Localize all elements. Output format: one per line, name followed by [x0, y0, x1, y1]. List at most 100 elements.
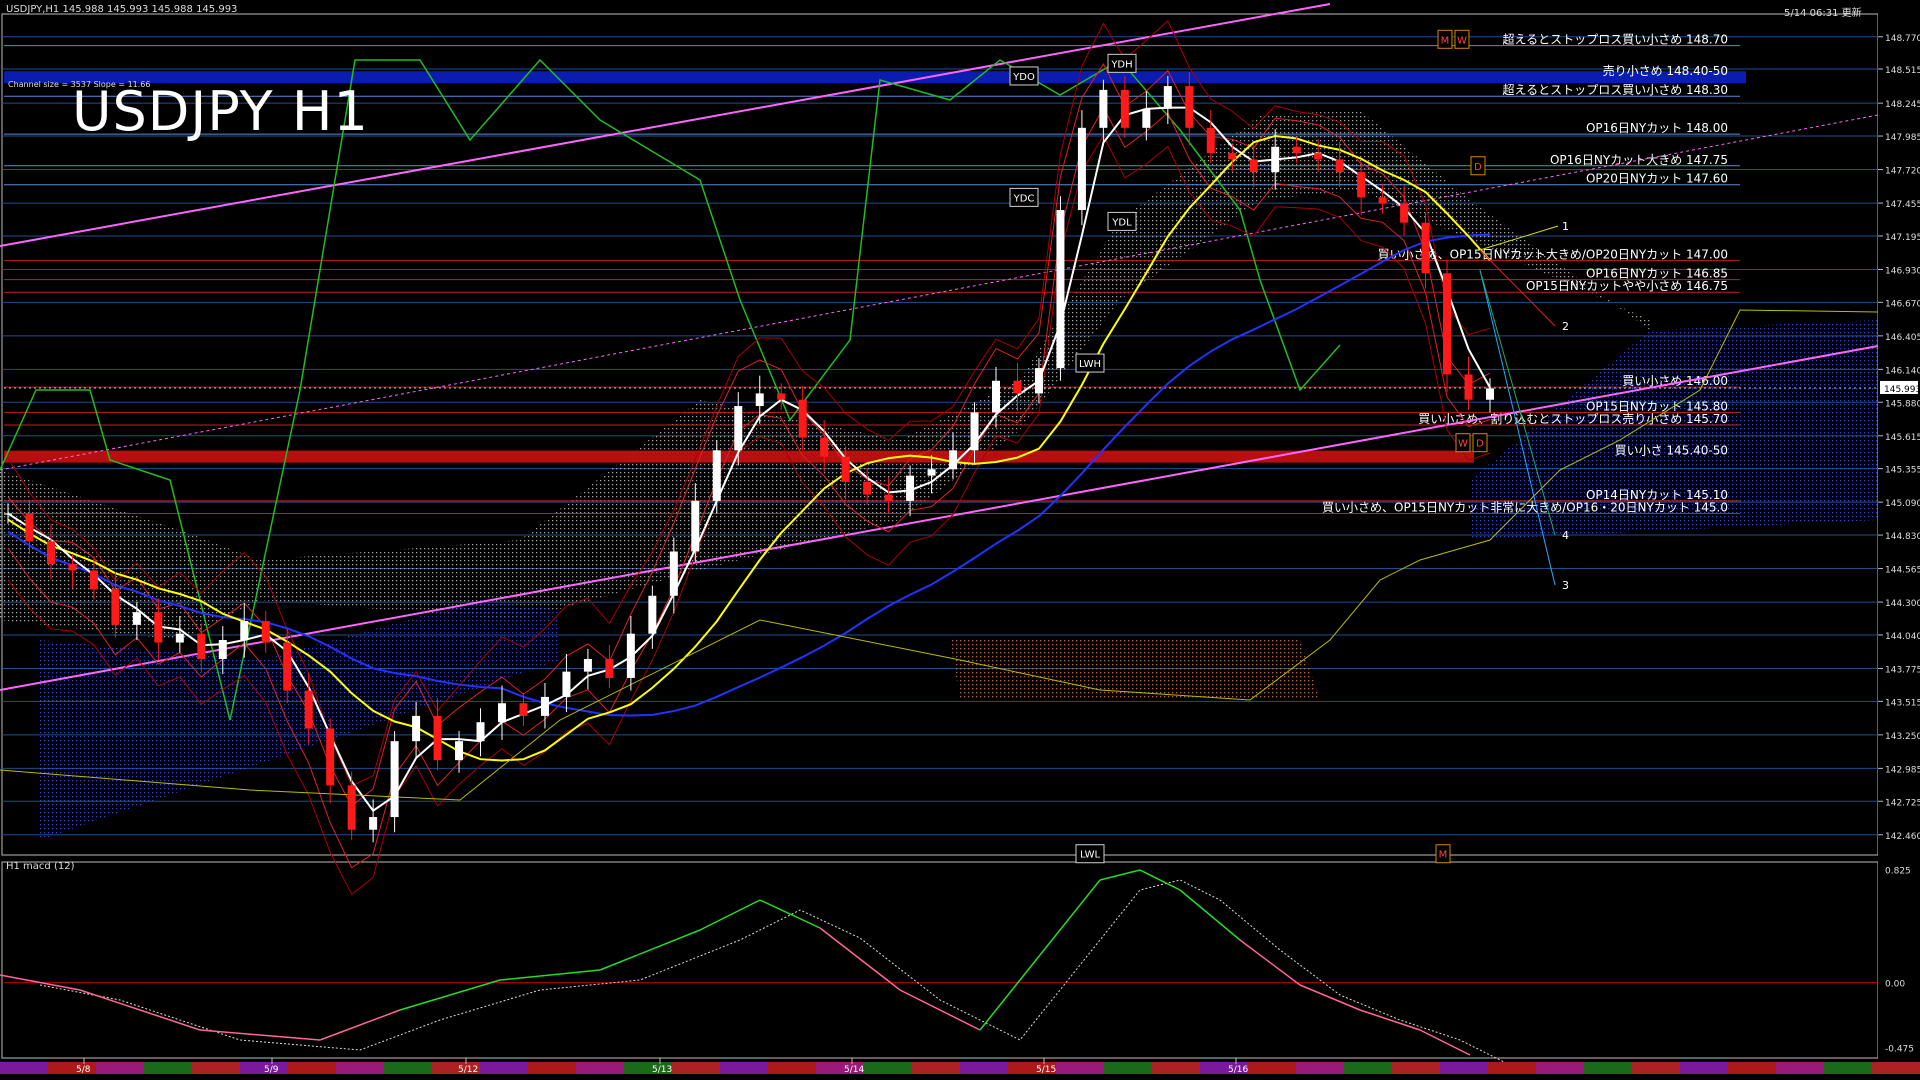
candle-body [4, 513, 12, 515]
x-tick-label: 5/13 [652, 1065, 672, 1075]
candle-body [240, 621, 249, 641]
session-strip [144, 1062, 192, 1074]
projection-label: 3 [1562, 579, 1569, 592]
candle-body [1378, 197, 1387, 204]
candle-body [906, 475, 915, 501]
price-axis: 148.770 148.515 148.245 147.985 147.720 147.4… [1878, 0, 1920, 1080]
chart-title: USDJPY H1 [72, 80, 369, 143]
projection-label: 4 [1562, 529, 1569, 542]
candle-body [1120, 89, 1129, 128]
y-tick-label: 145.880 [1885, 399, 1920, 409]
x-tick-label: 5/12 [458, 1065, 478, 1075]
candle-body [755, 393, 764, 407]
session-strip [1344, 1062, 1392, 1074]
y-tick-label: 147.720 [1885, 167, 1920, 177]
level-label: 買い小さめ、OP15日NYカット大きめ/OP20日NYカット 147.00 [1378, 248, 1728, 262]
session-strip [1680, 1062, 1728, 1074]
session-strip [768, 1062, 816, 1074]
marker-text: YDC [1013, 193, 1035, 204]
session-strip [576, 1062, 624, 1074]
candle-body [1034, 368, 1043, 394]
candle-body [1292, 146, 1301, 154]
y-tick-label: 147.195 [1885, 233, 1920, 243]
candle-body [1056, 210, 1065, 369]
candle-body [89, 570, 98, 590]
marker-text: W [1458, 439, 1468, 450]
marker-text: M [1441, 35, 1450, 46]
candle-body [820, 437, 829, 457]
y-tick-label: 143.775 [1885, 665, 1920, 675]
marker-text: LWL [1080, 850, 1101, 861]
candle-body [1228, 153, 1237, 160]
macd-tick-label: -0.475 [1885, 1045, 1914, 1055]
candle-body [197, 633, 206, 659]
candle-body [540, 696, 549, 716]
candle-body [68, 564, 77, 571]
candle-body [1185, 86, 1194, 128]
session-strip [1056, 1062, 1104, 1074]
session-strip [480, 1062, 528, 1074]
candle-body [863, 481, 872, 495]
x-tick-label: 5/14 [844, 1065, 864, 1075]
candle-body [433, 715, 442, 761]
session-strip [1632, 1062, 1680, 1074]
session-strip [1488, 1062, 1536, 1074]
level-label: 売り小さめ 148.40-50 [1603, 63, 1728, 78]
candle-body [261, 621, 270, 643]
level-label: 買い小さ 145.40-50 [1615, 444, 1728, 458]
session-strip [960, 1062, 1008, 1074]
y-tick-label: 144.565 [1885, 566, 1920, 576]
candle-body [712, 450, 721, 501]
level-label: OP15日NYカットやや小さめ 146.75 [1526, 279, 1728, 293]
candle-body [798, 399, 807, 438]
session-strip [96, 1062, 144, 1074]
session-strip [720, 1062, 768, 1074]
session-strip [1440, 1062, 1488, 1074]
candle-body [949, 450, 958, 470]
y-tick-label: 148.245 [1885, 100, 1920, 110]
marker-text: YDH [1110, 59, 1132, 70]
candle-body [283, 642, 292, 691]
session-strip [336, 1062, 384, 1074]
candle-body [1357, 172, 1366, 198]
update-time: 5/14 06:31 更新 [1784, 8, 1862, 19]
session-strip [1296, 1062, 1344, 1074]
projection-label: 1 [1562, 220, 1569, 233]
y-tick-label: 143.250 [1885, 732, 1920, 742]
level-label: 買い小さめ、OP15日NYカット非常に大きめ/OP16・20日NYカット 145… [1322, 501, 1728, 515]
x-tick-label: 5/8 [76, 1065, 91, 1075]
candle-body [369, 817, 378, 830]
candle-body [1486, 388, 1494, 400]
y-tick-label: 146.670 [1885, 299, 1920, 309]
x-tick-label: 5/16 [1228, 1065, 1248, 1075]
level-label: 買い小さめ、割り込むとストップロス売り小さめ 145.70 [1418, 411, 1728, 426]
level-label: 超えるとストップロス買い小さめ 148.70 [1503, 32, 1728, 47]
candle-body [1314, 153, 1323, 160]
projection-label: 2 [1562, 320, 1569, 333]
marker-text: M [1439, 850, 1448, 861]
candle-body [1271, 146, 1280, 173]
candle-body [605, 658, 614, 678]
y-tick-label: 142.985 [1885, 765, 1920, 775]
y-tick-label: 144.300 [1885, 599, 1920, 609]
candle-body [1163, 86, 1172, 109]
macd-tick-label: 0.00 [1885, 980, 1905, 990]
candle-body [218, 640, 227, 659]
y-tick-label: 142.460 [1885, 832, 1920, 842]
session-strip [1824, 1062, 1872, 1074]
y-tick-label: 146.930 [1885, 266, 1920, 276]
macd-tick-label: 0.825 [1885, 867, 1911, 877]
session-strip [1104, 1062, 1152, 1074]
candle-body [175, 633, 184, 643]
candle-body [111, 589, 120, 625]
price-chart[interactable]: 超えるとストップロス買い小さめ 148.70 売り小さめ 148.40-50 超える… [0, 0, 1920, 1080]
candle-body [455, 741, 464, 761]
candle-body [734, 406, 743, 451]
marker-text: LWH [1079, 359, 1101, 370]
candle-body [46, 541, 55, 565]
candle-body [648, 595, 657, 634]
candle-body [476, 722, 485, 742]
candle-body [1013, 380, 1022, 394]
level-label: OP20日NYカット 147.60 [1586, 172, 1728, 186]
candle-body [347, 785, 356, 830]
